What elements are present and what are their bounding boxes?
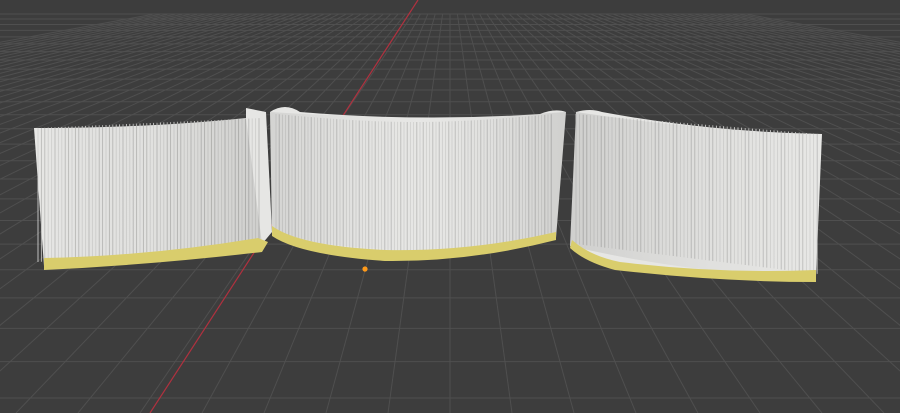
origin-marker[interactable] xyxy=(362,266,368,272)
curtain-panel-left[interactable] xyxy=(34,108,272,270)
curtain-panel-center[interactable] xyxy=(270,107,566,262)
curtain-panel-right[interactable] xyxy=(570,110,822,282)
viewport-canvas[interactable] xyxy=(0,0,900,413)
3d-viewport[interactable] xyxy=(0,0,900,413)
